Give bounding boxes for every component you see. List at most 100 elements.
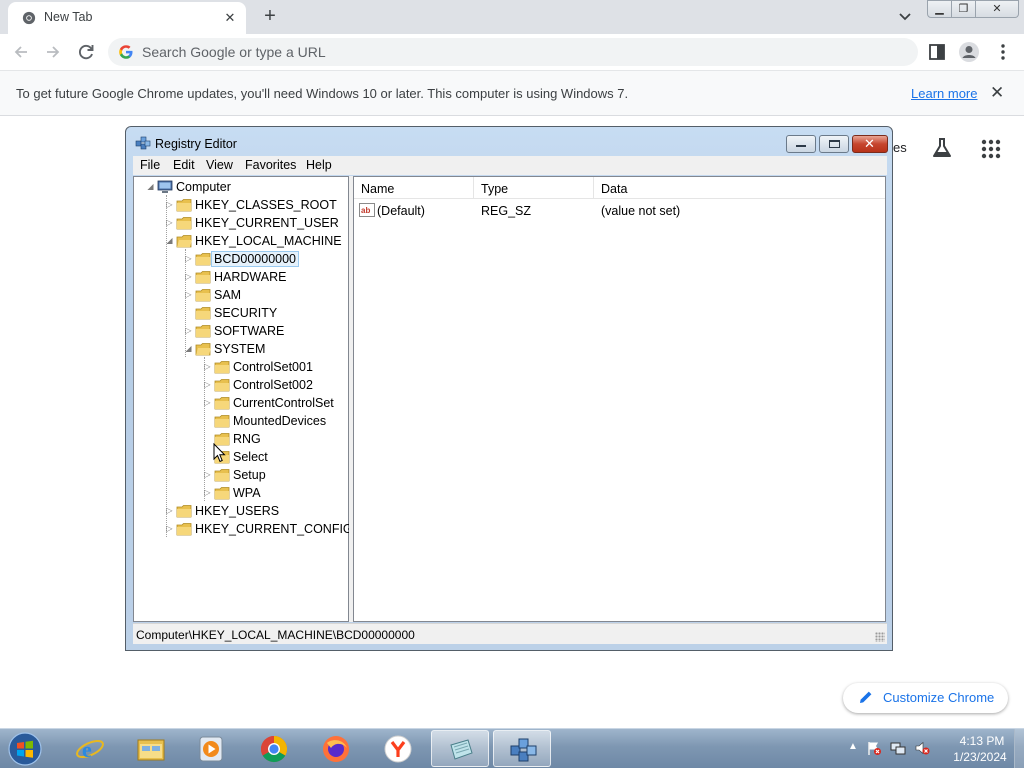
value-name: (Default) <box>377 204 425 218</box>
taskbar-file-explorer[interactable] <box>122 730 180 767</box>
expand-arrow-icon[interactable]: ▷ <box>184 254 193 263</box>
expand-arrow-icon[interactable]: ▷ <box>203 470 212 479</box>
tab-close-icon[interactable]: ✕ <box>222 10 238 26</box>
restore-button[interactable]: ❐ <box>951 0 976 18</box>
ntp-partial-label[interactable]: es <box>893 140 907 155</box>
file-explorer-icon <box>137 739 165 761</box>
google-apps-grid-icon[interactable] <box>980 138 1002 160</box>
new-tab-button[interactable]: + <box>258 4 282 28</box>
taskbar-internet-explorer[interactable]: e <box>61 730 119 767</box>
registry-tree[interactable]: ◢ Computer ▷ HKEY_CLASSES_ROOT ▷ HKEY_CU… <box>133 176 353 622</box>
menu-view[interactable]: View <box>206 158 233 172</box>
column-header-data[interactable]: Data <box>594 177 885 199</box>
clock-time[interactable]: 4:13 PM <box>952 734 1012 748</box>
values-list[interactable]: Name Type Data ab (Default) REG_SZ (valu… <box>353 176 886 622</box>
taskbar-chrome[interactable] <box>245 730 303 767</box>
taskbar-yandex[interactable] <box>369 730 427 767</box>
menu-kebab-icon[interactable] <box>992 41 1014 63</box>
yandex-browser-icon <box>384 735 412 763</box>
menu-edit[interactable]: Edit <box>173 158 195 172</box>
customize-chrome-button[interactable]: Customize Chrome <box>843 683 1008 713</box>
tree-label: ControlSet002 <box>233 378 313 392</box>
tree-label: WPA <box>233 486 261 500</box>
folder-icon <box>176 523 192 536</box>
google-g-icon <box>119 45 133 59</box>
window-maximize-button[interactable] <box>819 135 849 153</box>
tree-label: SAM <box>214 288 242 302</box>
tab-new-tab[interactable]: New Tab ✕ <box>8 2 246 34</box>
taskbar-media-player[interactable] <box>182 730 240 767</box>
collapse-arrow-icon[interactable]: ◢ <box>165 236 174 245</box>
tab-title: New Tab <box>44 10 93 24</box>
infobar-close-icon[interactable]: ✕ <box>990 83 1004 103</box>
expand-arrow-icon[interactable]: ▷ <box>184 290 193 299</box>
column-header-type[interactable]: Type <box>474 177 594 199</box>
mouse-cursor-icon <box>213 443 226 463</box>
expand-arrow-icon[interactable]: ▷ <box>184 272 193 281</box>
expand-arrow-icon[interactable]: ▷ <box>203 398 212 407</box>
update-infobar: To get future Google Chrome updates, you… <box>0 70 1024 116</box>
folder-icon <box>176 199 192 212</box>
firefox-icon <box>323 736 349 762</box>
folder-icon <box>214 469 230 482</box>
window-minimize-button[interactable] <box>786 135 816 153</box>
profile-avatar-icon[interactable] <box>958 41 980 63</box>
menu-help[interactable]: Help <box>306 158 332 172</box>
window-titlebar[interactable]: Registry Editor ✕ <box>126 127 892 157</box>
network-icon[interactable] <box>890 740 906 756</box>
expand-arrow-icon[interactable]: ▷ <box>184 326 193 335</box>
resize-grip-icon[interactable] <box>875 632 885 642</box>
tree-label: SECURITY <box>214 306 278 320</box>
folder-icon <box>214 361 230 374</box>
expand-arrow-icon[interactable]: ▷ <box>165 200 174 209</box>
close-button[interactable]: ✕ <box>975 0 1019 18</box>
tree-label: ControlSet001 <box>233 360 313 374</box>
show-desktop-button[interactable] <box>1014 729 1024 768</box>
clock-date[interactable]: 1/23/2024 <box>944 750 1016 764</box>
folder-icon <box>214 415 230 428</box>
expand-arrow-icon[interactable]: ▷ <box>203 362 212 371</box>
status-bar: Computer\HKEY_LOCAL_MACHINE\BCD00000000 <box>133 623 887 644</box>
expand-arrow-icon[interactable]: ▷ <box>203 488 212 497</box>
taskbar-firefox[interactable] <box>307 730 365 767</box>
start-button-windows-icon[interactable] <box>4 731 46 767</box>
expand-arrow-icon[interactable]: ▷ <box>165 506 174 515</box>
minimize-button[interactable]: ▁ <box>927 0 952 18</box>
collapse-arrow-icon[interactable]: ◢ <box>184 344 193 353</box>
action-center-flag-icon[interactable] <box>866 740 882 756</box>
folder-icon <box>195 253 211 266</box>
tab-search-chevron-icon[interactable] <box>896 6 914 26</box>
menu-bar: File Edit View Favorites Help <box>133 156 887 175</box>
tree-label: Computer <box>176 180 231 194</box>
collapse-arrow-icon[interactable]: ◢ <box>146 182 155 191</box>
media-player-icon <box>199 736 223 762</box>
taskbar-registry-editor[interactable] <box>493 730 551 767</box>
list-item[interactable]: ab (Default) REG_SZ (value not set) <box>354 201 885 221</box>
expand-arrow-icon[interactable]: ▷ <box>165 524 174 533</box>
tree-label: HKEY_USERS <box>195 504 280 518</box>
folder-icon <box>195 289 211 302</box>
expand-arrow-icon[interactable]: ▷ <box>203 380 212 389</box>
show-hidden-icons-arrow-icon[interactable]: ▲ <box>848 741 858 752</box>
volume-muted-icon[interactable] <box>914 740 930 756</box>
folder-icon <box>214 397 230 410</box>
expand-arrow-icon[interactable]: ▷ <box>165 218 174 227</box>
forward-arrow-icon[interactable] <box>42 41 64 63</box>
taskbar-notepad[interactable] <box>431 730 489 767</box>
learn-more-link[interactable]: Learn more <box>911 86 977 101</box>
chrome-icon <box>260 735 288 763</box>
regedit-app-icon <box>135 136 151 150</box>
menu-file[interactable]: File <box>140 158 160 172</box>
notepad-icon <box>450 739 473 760</box>
menu-favorites[interactable]: Favorites <box>245 158 296 172</box>
back-arrow-icon[interactable] <box>10 41 32 63</box>
reload-icon[interactable] <box>75 41 97 63</box>
tree-label: Setup <box>233 468 266 482</box>
window-close-button[interactable]: ✕ <box>852 135 888 153</box>
labs-flask-icon[interactable] <box>930 136 954 160</box>
side-panel-icon[interactable] <box>926 41 948 63</box>
column-header-name[interactable]: Name <box>354 177 474 199</box>
omnibox[interactable]: Search Google or type a URL <box>108 38 918 66</box>
chrome-favicon-icon <box>22 11 36 25</box>
window-title: Registry Editor <box>155 137 237 151</box>
